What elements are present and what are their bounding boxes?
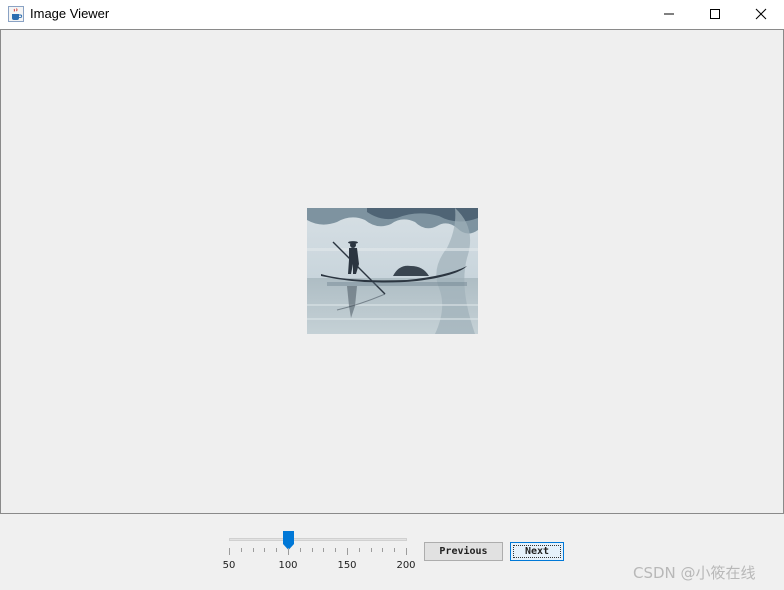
slider-minor-tick	[264, 548, 266, 552]
slider-tick-label: 150	[337, 560, 357, 571]
minimize-button[interactable]	[646, 0, 692, 29]
slider-tick-label: 100	[278, 560, 298, 571]
title-bar: Image Viewer	[0, 0, 784, 29]
previous-button[interactable]: Previous	[424, 542, 503, 561]
slider-major-tick	[229, 548, 230, 555]
slider-minor-tick	[240, 548, 242, 552]
image-display-panel	[0, 29, 784, 514]
slider-tick-label: 200	[396, 560, 416, 571]
zoom-slider[interactable]: 50 100 150 200	[222, 528, 416, 576]
slider-minor-tick	[394, 548, 396, 552]
slider-minor-tick	[276, 548, 278, 552]
slider-tick-label: 50	[222, 560, 236, 571]
slider-minor-tick	[323, 548, 325, 552]
maximize-button[interactable]	[692, 0, 738, 29]
slider-track[interactable]	[229, 538, 407, 541]
close-button[interactable]	[738, 0, 784, 29]
displayed-image	[307, 208, 478, 334]
maximize-icon	[710, 9, 720, 19]
java-coffee-cup-icon	[8, 6, 24, 22]
slider-major-tick	[406, 548, 407, 555]
window-title: Image Viewer	[30, 6, 110, 21]
slider-minor-tick	[382, 548, 384, 552]
slider-major-tick	[288, 548, 289, 555]
slider-major-tick	[347, 548, 348, 555]
minimize-icon	[664, 13, 674, 15]
slider-minor-tick	[311, 548, 313, 552]
slider-minor-tick	[335, 548, 337, 552]
slider-minor-tick	[299, 548, 301, 552]
next-button[interactable]: Next	[510, 542, 564, 561]
watermark: CSDN @小筱在线	[633, 564, 756, 582]
slider-minor-tick	[252, 548, 254, 552]
close-icon	[755, 8, 767, 20]
slider-minor-tick	[370, 548, 372, 552]
slider-minor-tick	[358, 548, 360, 552]
